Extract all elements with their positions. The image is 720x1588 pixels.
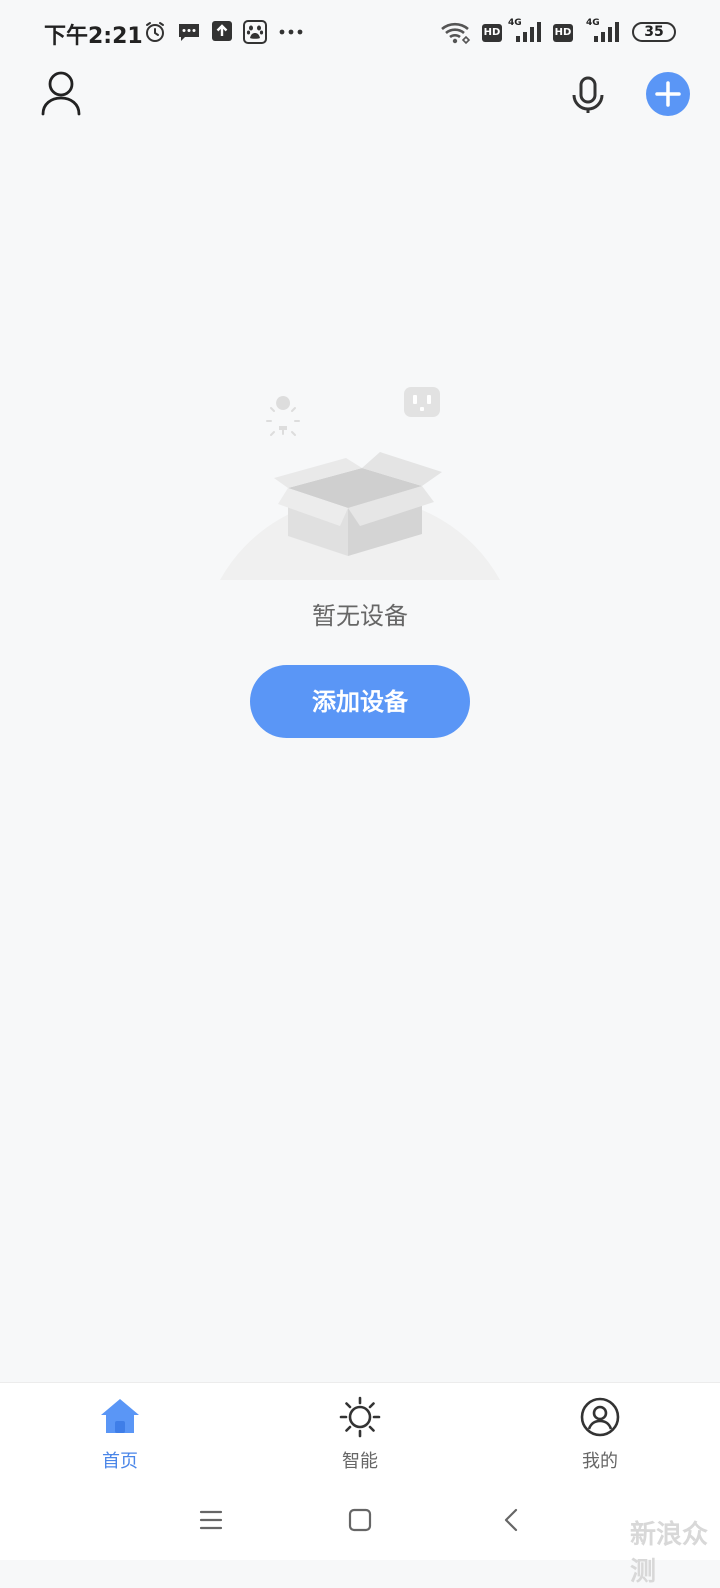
wifi-icon (441, 22, 471, 45)
status-time: 下午2:21 (44, 24, 143, 49)
message-icon (179, 24, 199, 41)
home-square-icon[interactable] (340, 1500, 380, 1540)
empty-state-message: 暂无设备 (312, 602, 408, 630)
hd-icon: HD (482, 24, 502, 42)
tab-home[interactable]: 首页 (0, 1383, 240, 1475)
battery-icon: 35 (632, 22, 676, 42)
add-device-button[interactable]: 添加设备 (250, 665, 470, 738)
bottom-navigation: 首页 智能 我的 (0, 1382, 720, 1475)
back-icon[interactable] (492, 1500, 532, 1540)
menu-icon[interactable] (191, 1500, 231, 1540)
tab-smart[interactable]: 智能 (240, 1383, 480, 1475)
tab-label: 智能 (342, 1451, 378, 1472)
hd-icon: HD (553, 24, 573, 42)
microphone-icon[interactable] (570, 76, 606, 114)
home-icon (101, 1399, 139, 1433)
status-bar: 下午2:21 HD 4G HD 4G 35 (0, 0, 720, 66)
signal-4g-icon (516, 22, 541, 42)
watermark: 新浪众测 (630, 1520, 709, 1587)
empty-box-illustration (220, 387, 500, 580)
add-icon (655, 81, 681, 107)
signal-4g-icon (594, 22, 619, 42)
upload-icon (212, 21, 232, 41)
sun-icon (339, 1396, 381, 1438)
add-device-header-button[interactable] (646, 72, 690, 116)
system-navigation-bar (0, 1474, 720, 1560)
tab-label: 首页 (102, 1451, 138, 1472)
tab-label: 我的 (582, 1451, 618, 1472)
tab-profile[interactable]: 我的 (480, 1383, 720, 1475)
more-dots-icon (279, 29, 303, 35)
profile-icon (580, 1397, 620, 1437)
baidu-paw-icon (243, 20, 267, 44)
alarm-icon (146, 22, 164, 42)
user-icon[interactable] (40, 70, 82, 116)
